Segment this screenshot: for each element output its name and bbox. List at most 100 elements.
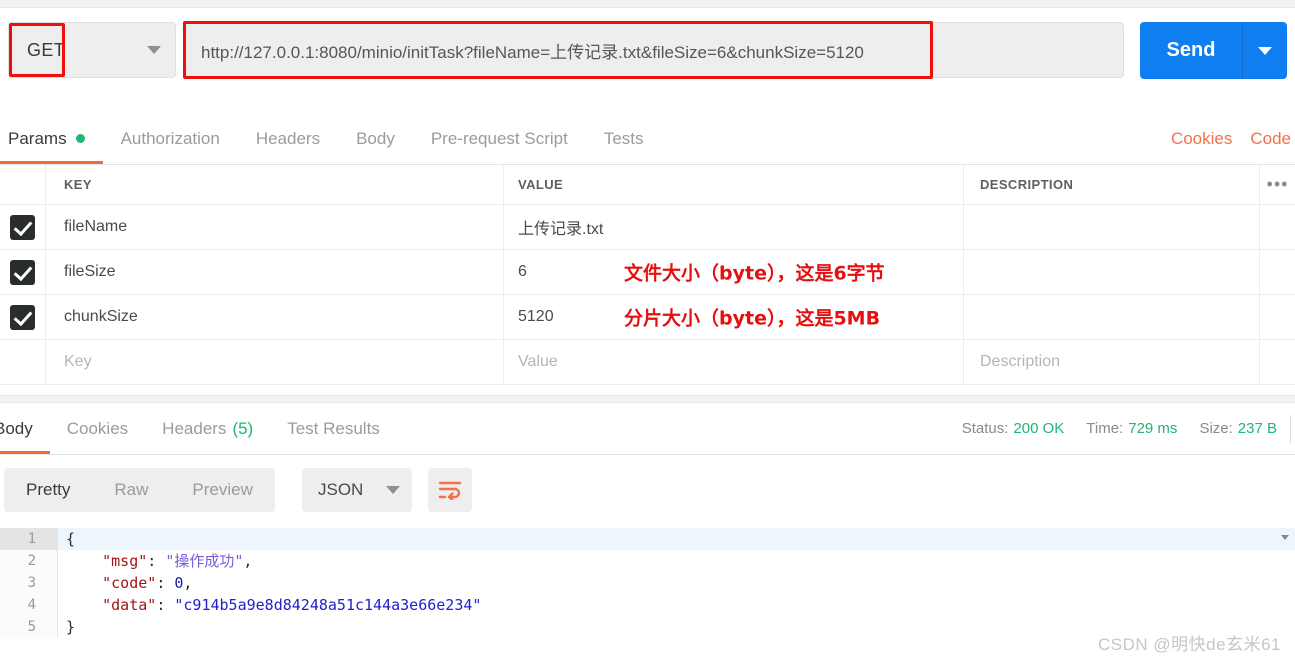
url-input[interactable]: http://127.0.0.1:8080/minio/initTask?fil…	[184, 22, 1124, 78]
table-row: fileName 上传记录.txt	[0, 205, 1295, 250]
view-mode-raw[interactable]: Raw	[92, 468, 170, 512]
code-text: "data": "c914b5a9e8d84248a51c144a3e66e23…	[66, 594, 481, 616]
tab-body-label: Body	[356, 128, 395, 148]
row-value-input[interactable]: 6 文件大小（byte），这是6字节	[504, 250, 964, 294]
new-key-placeholder: Key	[64, 353, 92, 370]
tab-authorization[interactable]: Authorization	[103, 113, 238, 164]
line-number: 2	[0, 550, 58, 572]
size-label: Size:	[1199, 420, 1233, 437]
row-annotation-filesize: 文件大小（byte），这是6字节	[624, 262, 885, 285]
line-number-text: 5	[27, 619, 36, 635]
json-comma: ,	[183, 574, 193, 592]
response-tab-headers[interactable]: Headers (5)	[145, 403, 270, 454]
row-actions-cell	[1260, 295, 1295, 339]
http-method-select[interactable]: GET	[8, 22, 176, 78]
time-group: Time: 729 ms	[1086, 420, 1177, 437]
watermark: CSDN @明快de玄米61	[1098, 635, 1281, 654]
ellipsis-icon: •••	[1266, 174, 1289, 194]
request-bar: GET http://127.0.0.1:8080/minio/initTask…	[0, 18, 1295, 88]
tab-body[interactable]: Body	[338, 113, 413, 164]
time-label: Time:	[1086, 420, 1124, 437]
url-text: http://127.0.0.1:8080/minio/initTask?fil…	[201, 42, 864, 62]
new-description-placeholder: Description	[980, 353, 1061, 370]
response-headers-count: (5)	[232, 418, 254, 438]
row-key-text: chunkSize	[64, 308, 138, 325]
response-tab-body[interactable]: Body	[0, 403, 50, 454]
row-description-input[interactable]	[964, 295, 1260, 339]
response-tab-test-results[interactable]: Test Results	[270, 403, 397, 454]
json-key: "code"	[102, 574, 157, 592]
tab-tests[interactable]: Tests	[586, 113, 662, 164]
line-number: 4	[0, 594, 58, 616]
status-group: Status: 200 OK	[962, 420, 1065, 437]
chevron-down-icon	[1258, 46, 1272, 55]
row-annotation-chunksize: 分片大小（byte），这是5MB	[624, 307, 881, 330]
line-number-text: 4	[27, 597, 36, 613]
row-key-input[interactable]: fileSize	[46, 250, 504, 294]
code-text: }	[66, 616, 75, 638]
header-description: DESCRIPTION	[964, 165, 1260, 204]
fold-arrow-icon[interactable]	[1281, 535, 1289, 540]
params-table: KEY VALUE DESCRIPTION ••• fileName 上传记录.…	[0, 165, 1295, 385]
status-badge: 200 OK	[1013, 420, 1065, 437]
checkbox-checked-icon[interactable]	[10, 214, 35, 240]
table-row-empty: Key Value Description	[0, 340, 1295, 385]
tab-headers-label: Headers	[255, 128, 321, 148]
send-button-group[interactable]: Send	[1140, 22, 1287, 79]
new-value-input[interactable]: Value	[504, 340, 964, 384]
row-key-input[interactable]: fileName	[46, 205, 504, 249]
code-line: 4 "data": "c914b5a9e8d84248a51c144a3e66e…	[0, 594, 1295, 616]
checkbox-checked-icon[interactable]	[10, 259, 35, 285]
line-number-text: 3	[27, 575, 36, 591]
word-wrap-button[interactable]	[428, 468, 472, 512]
row-actions-cell	[1260, 250, 1295, 294]
code-link[interactable]: Code	[1250, 129, 1291, 149]
new-description-input[interactable]: Description	[964, 340, 1260, 384]
status-label: Status:	[961, 420, 1009, 437]
size-value: 237 B	[1237, 420, 1277, 437]
code-line: 1 {	[0, 528, 1295, 550]
send-button[interactable]: Send	[1140, 22, 1243, 79]
row-value-input[interactable]: 上传记录.txt	[504, 205, 964, 249]
row-checkbox-cell[interactable]	[0, 340, 46, 384]
row-description-input[interactable]	[964, 250, 1260, 294]
response-tab-cookies[interactable]: Cookies	[50, 403, 145, 454]
time-value: 729 ms	[1128, 420, 1178, 437]
response-splitter[interactable]	[0, 395, 1295, 403]
row-value-text: 上传记录.txt	[518, 221, 604, 238]
send-options-button[interactable]	[1243, 22, 1287, 79]
response-tab-body-label: Body	[0, 418, 33, 438]
tab-headers[interactable]: Headers	[238, 113, 338, 164]
new-key-input[interactable]: Key	[46, 340, 504, 384]
line-number: 3	[0, 572, 58, 594]
code-line: 2 "msg": "操作成功",	[0, 550, 1295, 572]
checkbox-checked-icon[interactable]	[10, 304, 35, 330]
row-key-input[interactable]: chunkSize	[46, 295, 504, 339]
code-text: "msg": "操作成功",	[66, 550, 252, 572]
row-actions-cell	[1260, 340, 1295, 384]
tab-params[interactable]: Params	[0, 113, 103, 164]
response-body-viewer[interactable]: 1 { 2 "msg": "操作成功", 3 "code": 0, 4 "dat…	[0, 528, 1295, 638]
cookies-link[interactable]: Cookies	[1171, 129, 1232, 149]
row-value-input[interactable]: 5120 分片大小（byte），这是5MB	[504, 295, 964, 339]
row-checkbox-cell[interactable]	[0, 295, 46, 339]
view-mode-preview[interactable]: Preview	[170, 468, 274, 512]
word-wrap-icon	[438, 481, 462, 500]
view-mode-pretty[interactable]: Pretty	[4, 468, 92, 512]
row-checkbox-cell[interactable]	[0, 250, 46, 294]
header-value: VALUE	[504, 165, 964, 204]
line-number-text: 1	[27, 531, 36, 547]
row-description-input[interactable]	[964, 205, 1260, 249]
row-checkbox-cell[interactable]	[0, 205, 46, 249]
json-value: "操作成功"	[165, 552, 244, 570]
bulk-edit-more-button[interactable]: •••	[1260, 165, 1295, 204]
code-brace-open: {	[66, 530, 76, 548]
meta-divider	[1290, 415, 1291, 443]
tab-pre-request-script[interactable]: Pre-request Script	[413, 113, 586, 164]
json-key: "msg"	[102, 552, 148, 570]
language-select[interactable]: JSON	[302, 468, 412, 512]
row-value-text: 6	[518, 263, 527, 280]
json-value: "c914b5a9e8d84248a51c144a3e66e234"	[174, 596, 482, 614]
window-top-strip	[0, 0, 1295, 8]
code-line: 3 "code": 0,	[0, 572, 1295, 594]
